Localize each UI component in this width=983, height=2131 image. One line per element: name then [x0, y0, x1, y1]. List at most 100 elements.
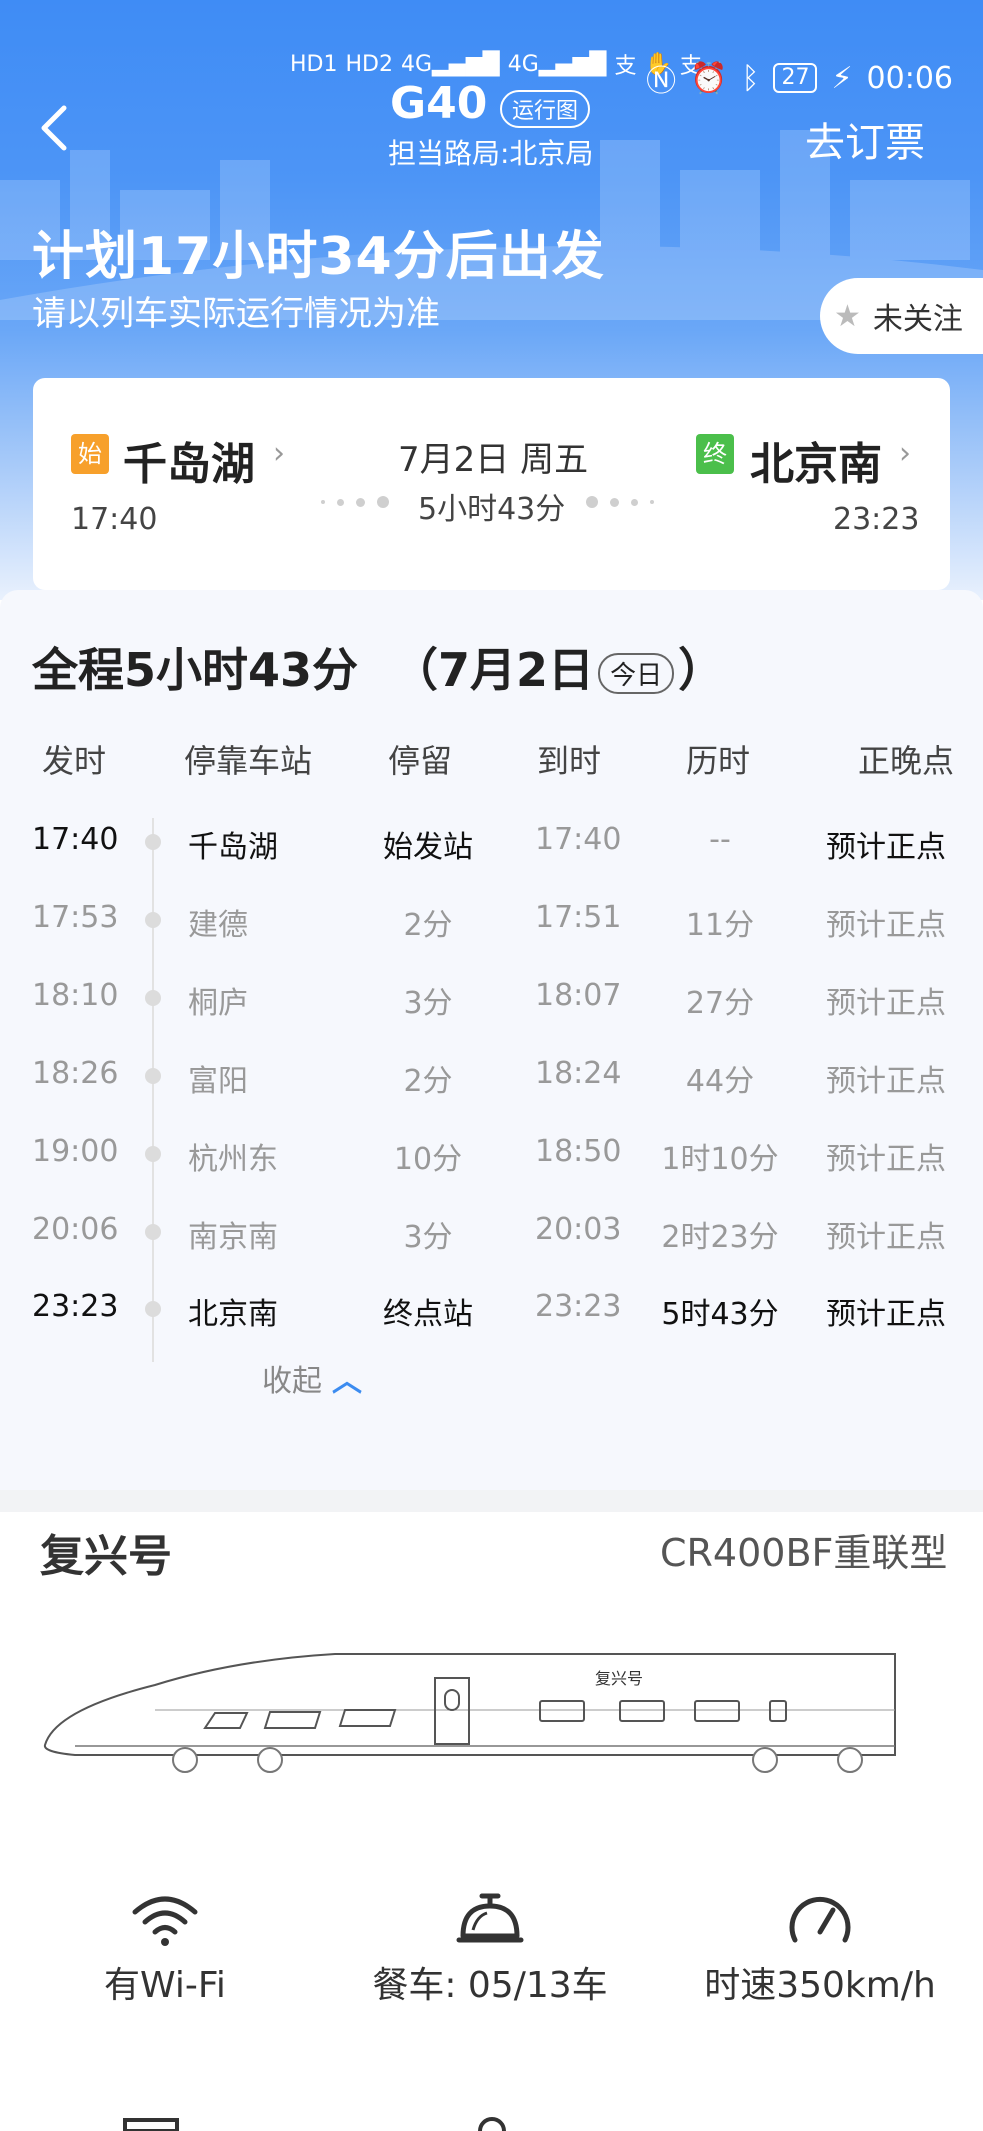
signal-icon: 4G▂▄▆█ — [507, 51, 607, 77]
star-icon: ★ — [834, 298, 861, 334]
today-badge: 今日 — [598, 653, 675, 694]
dots-decoration — [586, 496, 654, 508]
train-number: G40 — [390, 78, 488, 129]
train-logo-text: 复兴号 — [595, 1669, 643, 1688]
stay-duration: 10分 — [393, 1142, 463, 1177]
arrival-time: 18:24 — [535, 1056, 622, 1091]
chevron-up-icon: ︿ — [332, 1364, 362, 1399]
origin-time: 17:40 — [71, 502, 158, 537]
arrival-time: 20:03 — [535, 1212, 622, 1247]
alarm-icon: ⏰ — [690, 60, 728, 96]
dots-decoration — [321, 496, 389, 508]
section-divider — [0, 1490, 983, 1512]
destination-station[interactable]: 北京南 — [750, 428, 882, 492]
alipay-icon: 支 — [614, 54, 637, 79]
destination-time: 23:23 — [833, 502, 920, 537]
dining-car-label: 餐车: 05/13车 — [372, 1965, 608, 2006]
schedule-row[interactable]: 17:53 建德 2分 17:51 11分 预计正点 — [0, 900, 983, 960]
battery-icon: 27 — [773, 63, 818, 93]
run-map-button[interactable]: 运行图 — [500, 90, 591, 128]
timeline-dot — [145, 1224, 161, 1240]
railway-bureau: 担当路局:北京局 — [388, 137, 594, 170]
collapse-button[interactable]: 收起 ︿ — [262, 1356, 362, 1400]
elapsed-time: 11分 — [685, 908, 755, 943]
arrival-time: 18:07 — [535, 978, 622, 1013]
stay-duration: 终点站 — [383, 1297, 473, 1332]
departure-time: 23:23 — [32, 1289, 119, 1324]
origin-station[interactable]: 千岛湖 — [123, 428, 255, 492]
timeline-dot — [145, 912, 161, 928]
train-illustration: 复兴号 — [43, 1653, 896, 1773]
train-model: CR400BF重联型 — [660, 1531, 948, 1575]
station-name: 千岛湖 — [188, 830, 278, 865]
station-name: 富阳 — [188, 1064, 248, 1099]
departure-time: 19:00 — [32, 1134, 119, 1169]
schedule-row[interactable]: 18:10 桐庐 3分 18:07 27分 预计正点 — [0, 978, 983, 1038]
stay-duration: 3分 — [403, 1220, 453, 1255]
speedometer-icon — [789, 1896, 851, 1943]
dining-bell-icon — [456, 1893, 524, 1943]
back-button[interactable] — [30, 98, 80, 158]
departure-time: 17:40 — [32, 822, 119, 857]
schedule-row[interactable]: 23:23 北京南 终点站 23:23 5时43分 预计正点 — [0, 1289, 983, 1349]
speed-label: 时速350km/h — [704, 1965, 936, 2006]
elapsed-time: 44分 — [685, 1064, 755, 1099]
chevron-right-icon[interactable]: › — [899, 436, 911, 471]
station-name: 建德 — [188, 908, 248, 943]
destination-badge: 终 — [696, 434, 734, 474]
header-punctuality: 正晚点 — [858, 742, 955, 780]
wifi-icon — [132, 1896, 198, 1946]
timeline-dot — [145, 1146, 161, 1162]
elapsed-time: 27分 — [685, 986, 755, 1021]
timeline-dot — [145, 990, 161, 1006]
system-indicators: Ⓝ ⏰ ᛒ 27 ⚡ 00:06 — [646, 56, 953, 100]
arrival-time: 23:23 — [535, 1289, 622, 1324]
departure-countdown: 计划17小时34分后出发 — [32, 227, 605, 287]
departure-notice: 请以列车实际运行情况为准 — [32, 294, 440, 334]
chevron-right-icon[interactable]: › — [273, 436, 285, 471]
station-name: 桐庐 — [188, 986, 248, 1021]
wifi-label: 有Wi-Fi — [104, 1965, 226, 2006]
timeline-dot — [145, 834, 161, 850]
timeline-dot — [145, 1301, 161, 1317]
punctuality-status: 预计正点 — [826, 1064, 946, 1099]
punctuality-status: 预计正点 — [826, 908, 946, 943]
origin-badge: 始 — [71, 434, 109, 474]
clock: 00:06 — [866, 60, 953, 96]
travel-date: 7月2日 周五 — [398, 440, 589, 480]
sim1-indicator: HD1 — [290, 51, 338, 77]
arrival-time: 17:40 — [535, 822, 622, 857]
sim2-indicator: HD2 — [345, 51, 393, 77]
station-name: 南京南 — [188, 1220, 278, 1255]
departure-time: 18:26 — [32, 1056, 119, 1091]
nfc-icon: Ⓝ — [646, 64, 677, 99]
follow-button[interactable]: ★ 未关注 — [820, 278, 983, 354]
punctuality-status: 预计正点 — [826, 830, 946, 865]
book-ticket-button[interactable]: 去订票 — [805, 110, 925, 168]
elapsed-time: -- — [709, 822, 731, 857]
schedule-row[interactable]: 18:26 富阳 2分 18:24 44分 预计正点 — [0, 1056, 983, 1116]
schedule-row[interactable]: 19:00 杭州东 10分 18:50 1时10分 预计正点 — [0, 1134, 983, 1194]
station-name: 杭州东 — [188, 1142, 278, 1177]
trip-duration: 5小时43分 — [418, 492, 566, 527]
stay-duration: 2分 — [403, 1064, 453, 1099]
stop-schedule: 全程5小时43分 （7月2日 今日） 发时 停靠车站 停留 到时 历时 正晚点 1… — [0, 590, 983, 1490]
header-departure: 发时 — [42, 742, 107, 780]
schedule-title: 全程5小时43分 （7月2日 今日） — [32, 643, 725, 697]
charging-icon: ⚡ — [831, 60, 853, 96]
schedule-row[interactable]: 20:06 南京南 3分 20:03 2时23分 预计正点 — [0, 1212, 983, 1272]
elapsed-time: 5时43分 — [661, 1297, 779, 1332]
departure-time: 17:53 — [32, 900, 119, 935]
header-elapsed: 历时 — [686, 742, 751, 780]
signal-icon: 4G▂▄▆█ — [400, 51, 500, 77]
arrival-time: 18:50 — [535, 1134, 622, 1169]
punctuality-status: 预计正点 — [826, 986, 946, 1021]
follow-label: 未关注 — [872, 302, 963, 337]
network-indicators: HD1 HD2 4G▂▄▆█ 4G▂▄▆█ 支 ✋ 支 — [290, 48, 702, 80]
header-arrival: 到时 — [537, 742, 602, 780]
punctuality-status: 预计正点 — [826, 1220, 946, 1255]
schedule-row[interactable]: 17:40 千岛湖 始发站 17:40 -- 预计正点 — [0, 822, 983, 882]
feature-dining-car: 餐车: 05/13车 — [360, 1890, 620, 2008]
departure-time: 20:06 — [32, 1212, 119, 1247]
train-brand: 复兴号 — [40, 1531, 172, 1582]
